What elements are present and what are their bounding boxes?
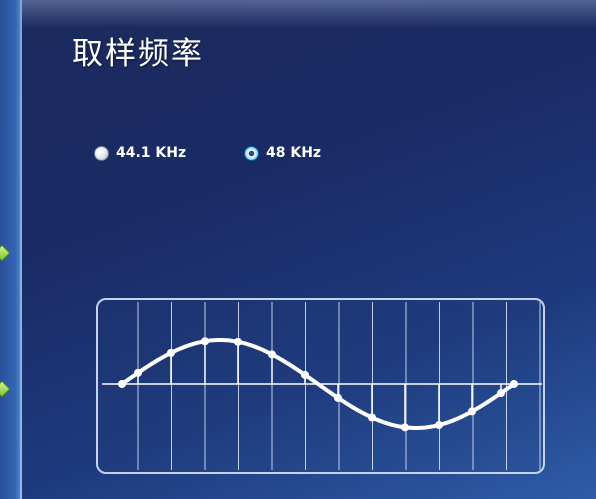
sample-point [510,380,518,388]
sample-point [134,368,142,377]
sample-point [118,380,126,388]
sample-point [201,337,209,346]
sample-point [234,337,242,346]
header-glow [22,0,596,28]
sample-point [334,393,342,402]
sample-point [268,350,276,359]
sample-point [497,389,505,398]
radio-unselected-icon[interactable] [94,145,109,161]
sample-point [401,423,409,432]
sample-point [167,348,175,357]
page-title: 取样频率 [72,36,204,72]
green-diamond-icon[interactable] [0,244,11,262]
radio-option-44-1khz[interactable]: 44.1 KHz [94,145,186,161]
sample-point [368,413,376,422]
sidebar-strip [0,0,22,499]
radio-label: 48 KHz [266,145,322,161]
radio-label: 44.1 KHz [116,145,187,161]
radio-selected-icon[interactable] [244,145,259,161]
green-diamond-icon[interactable] [0,380,11,398]
sample-point [468,407,476,416]
sine-wave-sampling-diagram [102,302,542,470]
radio-option-48khz[interactable]: 48 KHz [244,145,321,161]
sample-point [435,421,443,430]
sample-point [301,370,309,379]
sidebar-edge [20,0,22,499]
